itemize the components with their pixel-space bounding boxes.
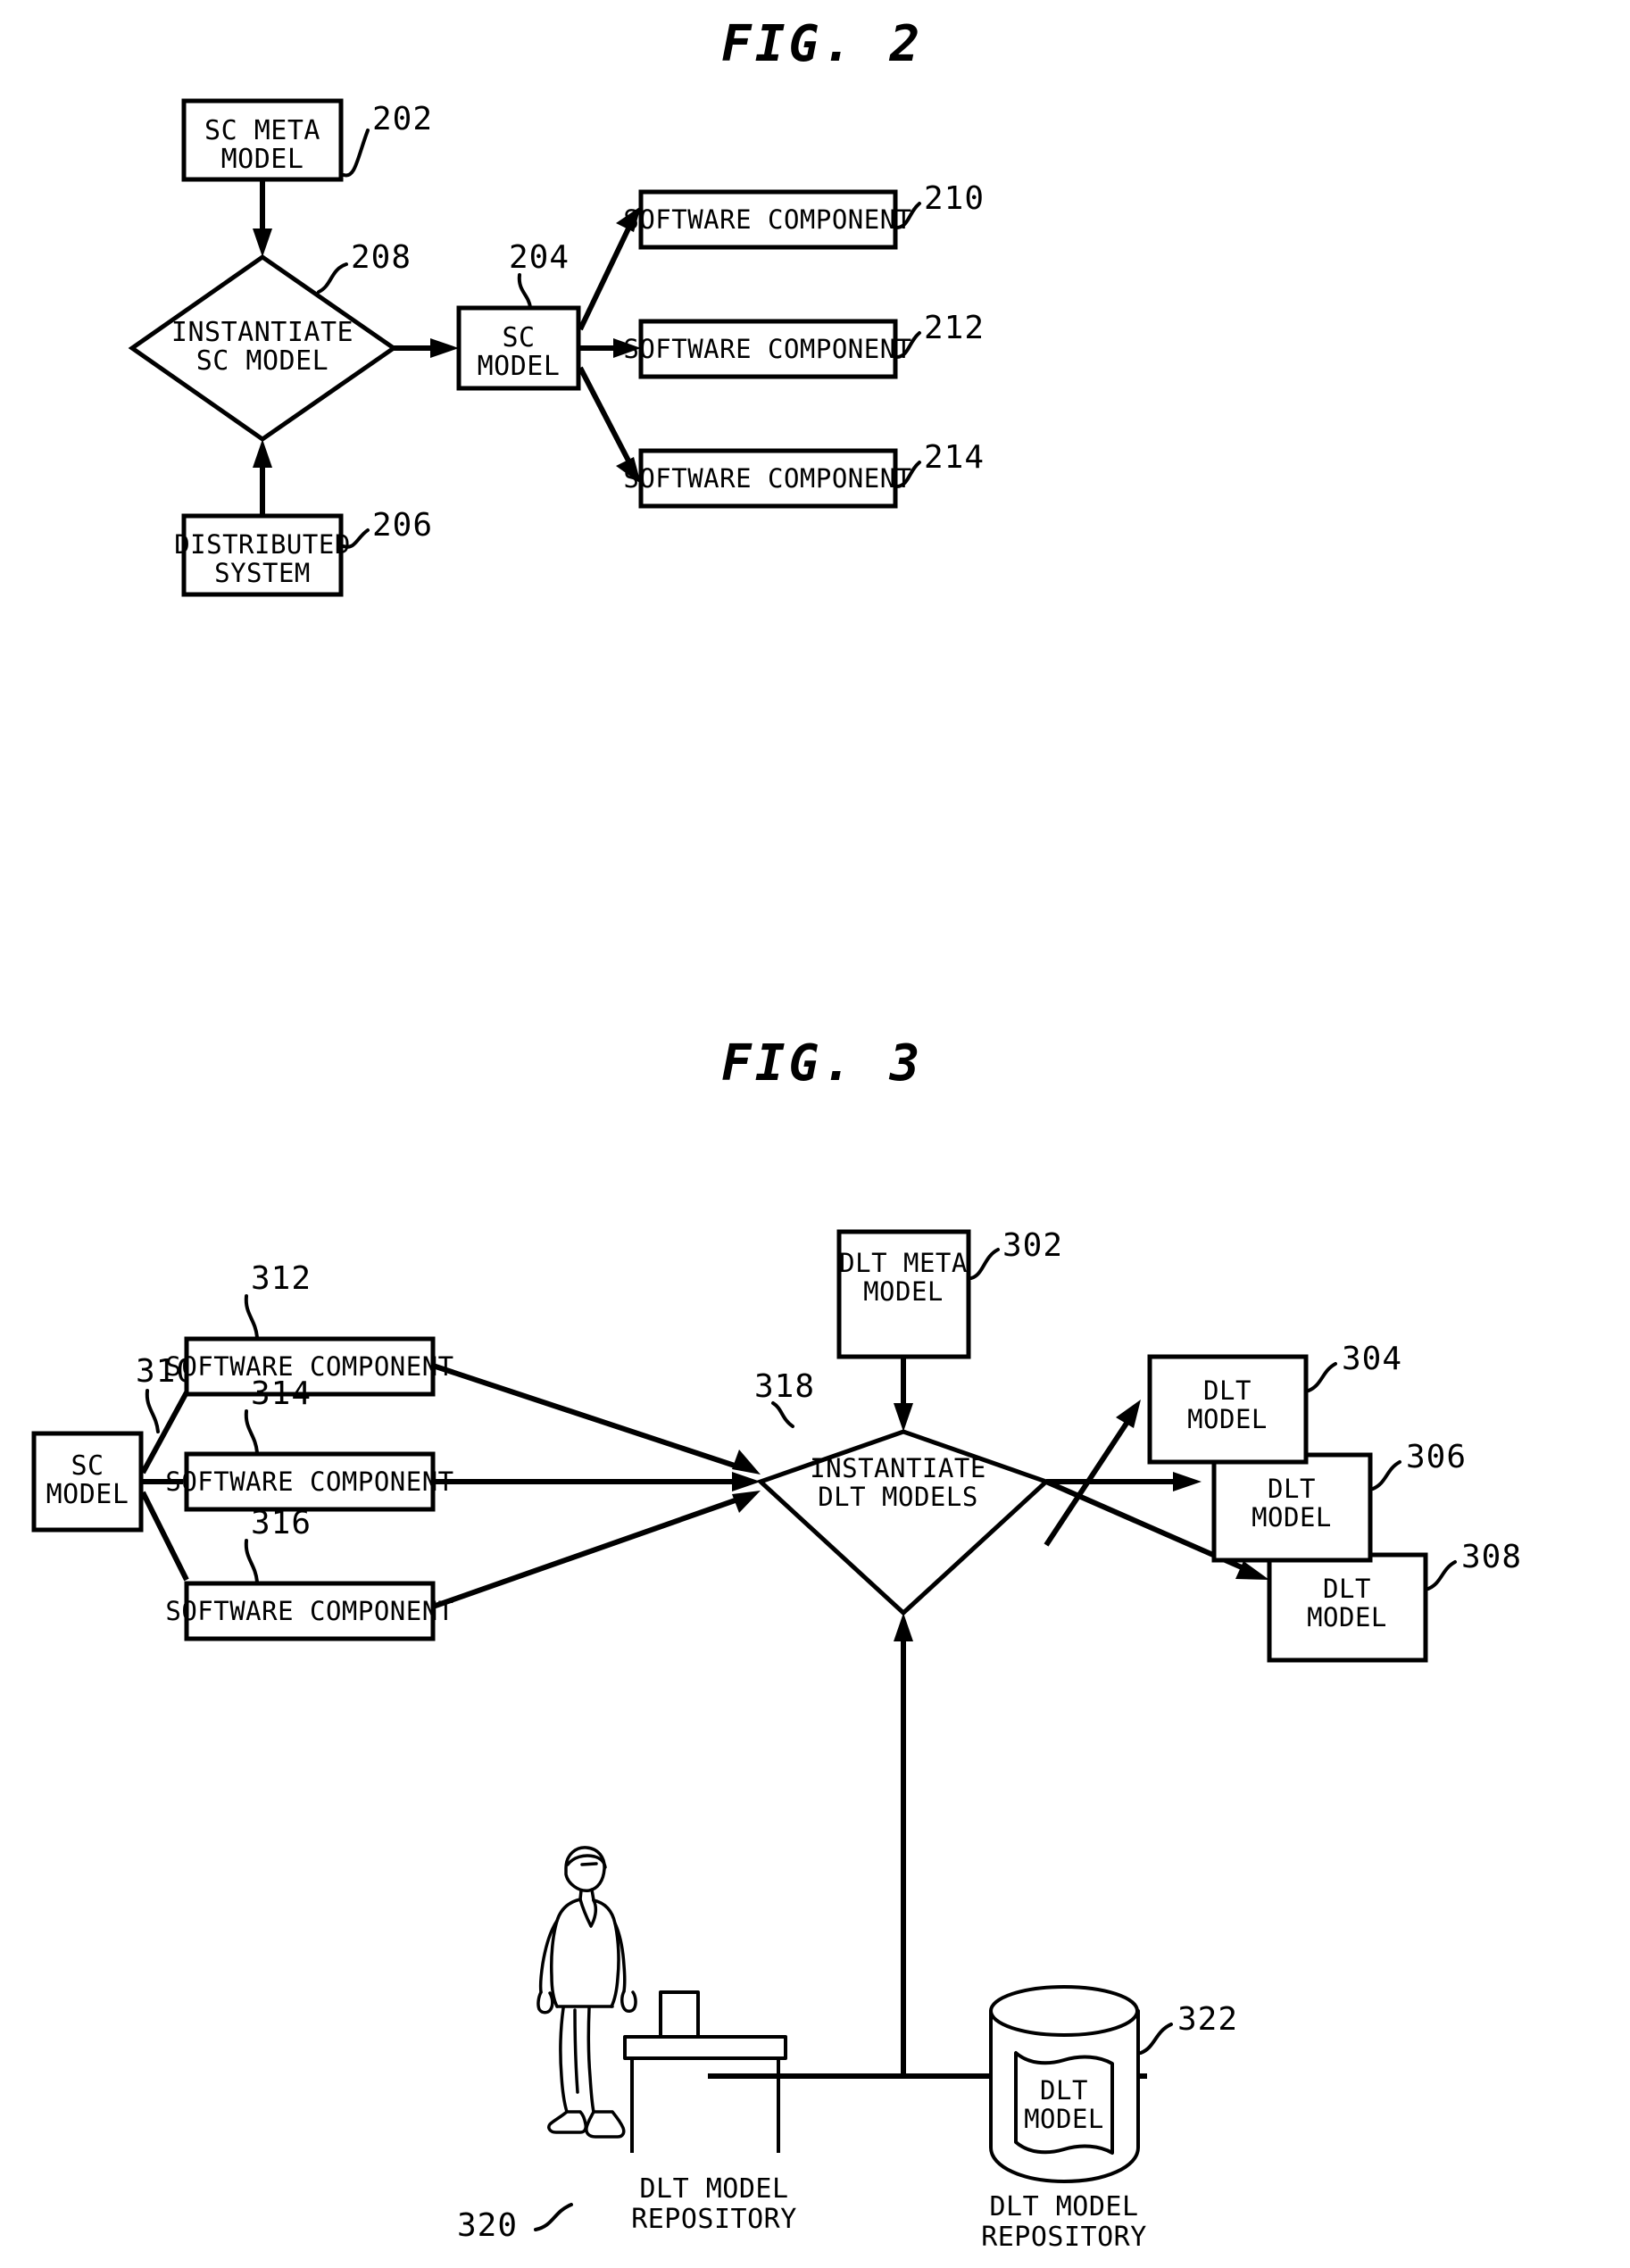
fig3-ref-302: 302 xyxy=(1002,1227,1063,1264)
fig2-software-component-1-node: SOFTWARE COMPONENT 210 xyxy=(623,180,985,250)
fig3-ref-316: 316 xyxy=(251,1505,312,1541)
fig3-dlt-meta-model-label-line2: MODEL xyxy=(863,1276,944,1307)
fig2-ref-202-leader xyxy=(342,129,370,178)
fig3-ref-318: 318 xyxy=(754,1368,815,1405)
fig3-ref-302-leader xyxy=(969,1248,1000,1280)
fig3-ref-314: 314 xyxy=(251,1375,312,1412)
fig3-software-component-2-label: SOFTWARE COMPONENT xyxy=(165,1466,453,1497)
fig2-sc-meta-model-label-line2: MODEL xyxy=(221,144,304,175)
desk-top xyxy=(623,2035,787,2060)
fig3-software-component-1-node: SOFTWARE COMPONENT 312 xyxy=(165,1260,453,1397)
fig3-ref-320: 320 xyxy=(457,2207,518,2244)
fig2-ref-208-leader xyxy=(317,262,348,294)
desk-with-terminal-icon xyxy=(623,1990,787,2153)
fig3-ref-316-leader xyxy=(244,1539,259,1583)
fig2-ref-204: 204 xyxy=(509,239,570,276)
fig3-dlt-model-repository-workstation: DLT MODEL REPOSITORY 320 xyxy=(457,1846,903,2244)
fig2-software-component-3-label: SOFTWARE COMPONENT xyxy=(623,463,911,494)
fig2-software-component-2-label: SOFTWARE COMPONENT xyxy=(623,334,911,364)
fig2-distributed-system-label-line1: DISTRIBUTED xyxy=(174,529,351,560)
fig3-repository-db-caption-line2: REPOSITORY xyxy=(981,2222,1147,2253)
fig2-sc-model-label-line2: MODEL xyxy=(478,351,561,382)
fig3-dlt-model-3-label-line1: DLT xyxy=(1323,1574,1371,1604)
fig3-instantiate-label-line2: DLT MODELS xyxy=(818,1482,978,1512)
fig3-ref-306-leader xyxy=(1371,1460,1401,1491)
fig2-sc-model-node: SC MODEL 204 xyxy=(456,239,581,391)
fig3-ref-310-leader xyxy=(145,1389,160,1433)
fig3-dlt-model-3-label-line2: MODEL xyxy=(1307,1602,1387,1632)
fig3-ref-312: 312 xyxy=(251,1260,312,1297)
fig2-instantiate-label-line1: INSTANTIATE xyxy=(171,317,353,348)
fig2-ref-208: 208 xyxy=(351,239,412,276)
fig3-dlt-model-1-label-line1: DLT xyxy=(1203,1375,1252,1406)
fig2-instantiate-sc-model-node: INSTANTIATE SC MODEL 208 xyxy=(128,239,412,443)
fig3-dlt-meta-model-node: DLT META MODEL 302 xyxy=(836,1227,1063,1359)
fig2-distributed-system-label-line2: SYSTEM xyxy=(214,558,311,588)
fig3-ref-322: 322 xyxy=(1177,2001,1238,2038)
fig3-dlt-model-2-label-line2: MODEL xyxy=(1252,1502,1332,1533)
fig3-ref-308-leader xyxy=(1426,1560,1457,1591)
fig2-ref-210: 210 xyxy=(924,180,985,217)
fig3-ref-320-leader xyxy=(534,2203,573,2231)
fig3-ref-312-leader xyxy=(244,1294,259,1339)
fig3-ref-304: 304 xyxy=(1342,1341,1402,1377)
fig2-instantiate-label-line2: SC MODEL xyxy=(196,345,329,377)
fig3-ref-306: 306 xyxy=(1406,1439,1467,1475)
fig2-arrow-distributed-to-instantiate xyxy=(253,439,272,516)
fig3-ref-314-leader xyxy=(244,1409,259,1454)
fig3-database-inner-label-line2: MODEL xyxy=(1024,2104,1104,2134)
fig3-repository-person-caption-line2: REPOSITORY xyxy=(631,2204,797,2235)
fig3-dlt-model-1-label-line2: MODEL xyxy=(1187,1404,1268,1434)
fig2-title: FIG. 2 xyxy=(721,15,923,73)
figure-2: FIG. 2 SC META MODEL 202 INSTANTIATE SC … xyxy=(128,15,985,597)
fig2-software-component-2-node: SOFTWARE COMPONENT 212 xyxy=(623,310,985,379)
fig2-ref-206: 206 xyxy=(372,507,433,544)
patent-drawing-sheet: FIG. 2 SC META MODEL 202 INSTANTIATE SC … xyxy=(0,0,1630,2268)
fig3-arrow-meta-to-instantiate xyxy=(894,1357,913,1432)
figure-3: FIG. 3 SC MODEL 310 SOFTWARE COMPONENT 3… xyxy=(31,1034,1522,2253)
fig2-arrow-instantiate-to-sc-model xyxy=(394,338,459,358)
fig2-ref-212: 212 xyxy=(924,310,985,346)
fig2-ref-204-leader xyxy=(517,273,532,309)
fig3-database-inner-label-line1: DLT xyxy=(1040,2075,1088,2106)
fig3-fanin-components-to-instantiate xyxy=(432,1363,761,1609)
fig3-dlt-model-1-node: DLT MODEL 304 xyxy=(1147,1341,1402,1465)
fig2-software-component-1-label: SOFTWARE COMPONENT xyxy=(623,204,911,235)
fig3-sc-model-label-line2: MODEL xyxy=(46,1479,129,1510)
fig3-repository-db-caption-line1: DLT MODEL xyxy=(989,2191,1138,2222)
database-cylinder-top xyxy=(989,1985,1139,2037)
fig3-ref-322-leader xyxy=(1139,2023,1173,2055)
fig3-ref-304-leader xyxy=(1307,1362,1337,1392)
fig3-title: FIG. 3 xyxy=(721,1034,923,1092)
fig3-software-component-3-label: SOFTWARE COMPONENT xyxy=(165,1596,453,1626)
fig2-sc-meta-model-node: SC META MODEL 202 xyxy=(181,98,433,182)
fig2-distributed-system-node: DISTRIBUTED SYSTEM 206 xyxy=(174,507,433,597)
fig3-dlt-model-2-label-line1: DLT xyxy=(1268,1474,1316,1504)
fig3-dlt-meta-model-label-line1: DLT META xyxy=(839,1248,968,1278)
fig3-ref-318-leader xyxy=(771,1401,794,1428)
person-icon xyxy=(536,1846,637,2139)
fig3-dlt-model-repository-database: DLT MODEL 322 DLT MODEL REPOSITORY xyxy=(981,1985,1238,2253)
fig2-sc-meta-model-label-line1: SC META xyxy=(204,115,320,146)
figures-canvas: FIG. 2 SC META MODEL 202 INSTANTIATE SC … xyxy=(31,15,1522,2253)
fig2-sc-model-label-line1: SC xyxy=(502,322,535,353)
fig3-instantiate-label-line1: INSTANTIATE xyxy=(810,1453,986,1483)
terminal-icon xyxy=(659,1990,700,2042)
fig2-ref-214: 214 xyxy=(924,439,985,476)
fig3-sc-model-label-line1: SC xyxy=(71,1450,104,1482)
fig3-ref-308: 308 xyxy=(1461,1539,1522,1575)
fig2-arrow-meta-to-instantiate xyxy=(253,179,272,257)
fig3-software-component-3-node: SOFTWARE COMPONENT 316 xyxy=(165,1505,453,1641)
fig2-ref-202: 202 xyxy=(372,101,433,137)
fig3-repository-person-caption-line1: DLT MODEL xyxy=(639,2173,788,2205)
fig2-software-component-3-node: SOFTWARE COMPONENT 214 xyxy=(623,439,985,509)
